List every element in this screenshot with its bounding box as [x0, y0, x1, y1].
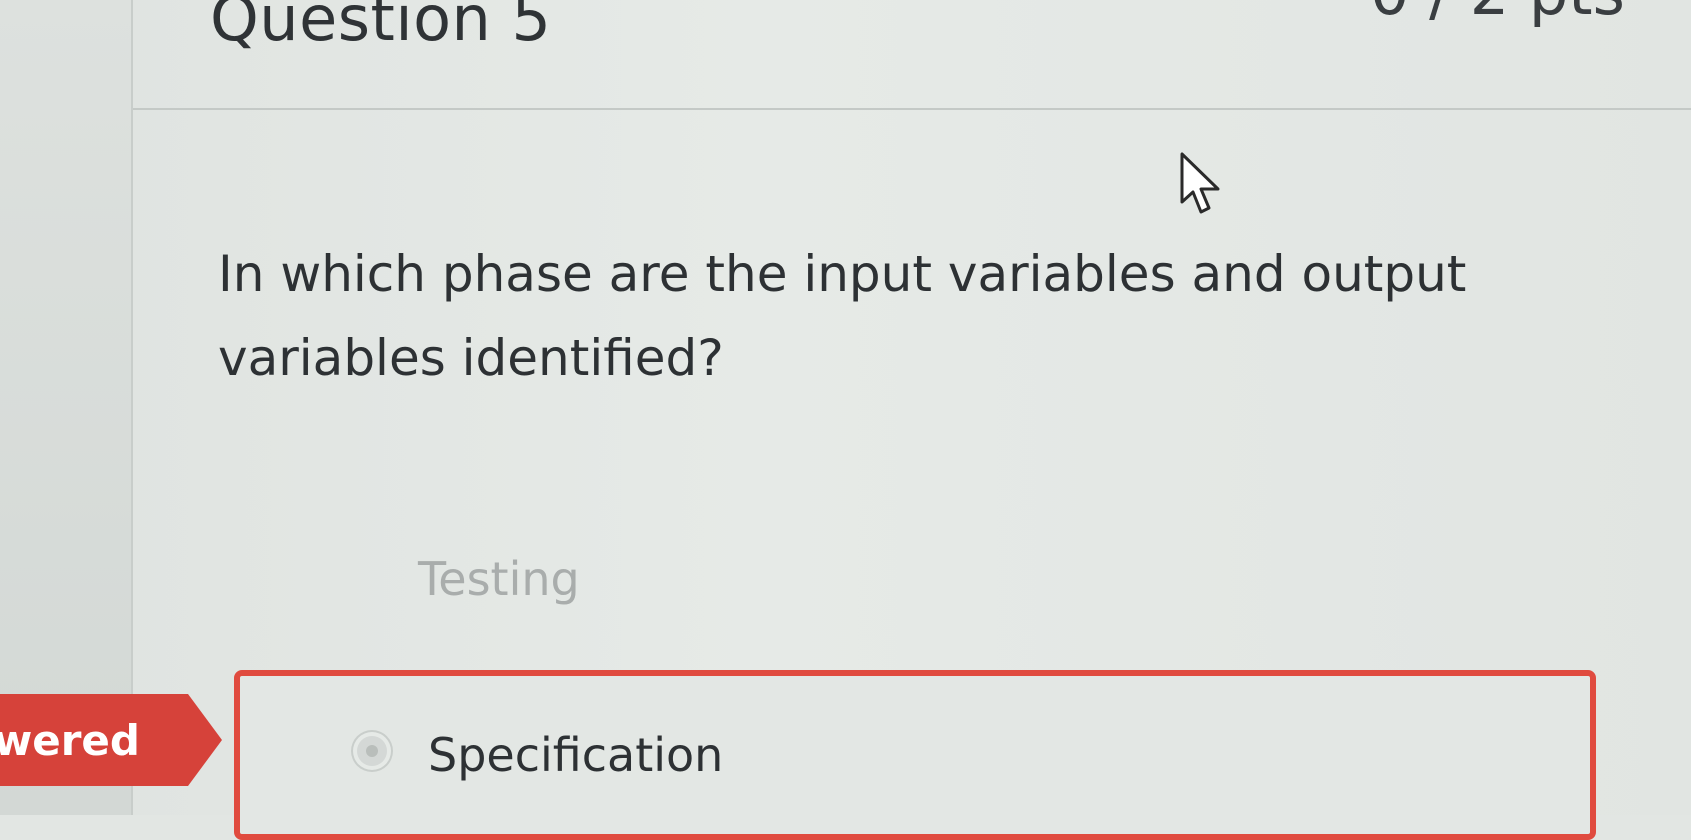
answer-option-testing[interactable]: Testing: [418, 552, 580, 606]
question-text: In which phase are the input variables a…: [218, 245, 1467, 387]
quiz-screen: Question 5 0 / 2 pts In which phase are …: [0, 0, 1691, 840]
answer-radio-specification[interactable]: [357, 736, 387, 766]
answered-flag-label: wered: [0, 716, 140, 765]
panel-edge: [131, 0, 133, 815]
answer-option-specification[interactable]: Specification: [428, 728, 723, 782]
header-divider: [133, 108, 1691, 110]
question-points: 0 / 2 pts: [1370, 0, 1625, 29]
left-gutter: [0, 0, 133, 815]
question-title: Question 5: [210, 0, 552, 55]
mouse-pointer-icon: [1180, 152, 1226, 222]
